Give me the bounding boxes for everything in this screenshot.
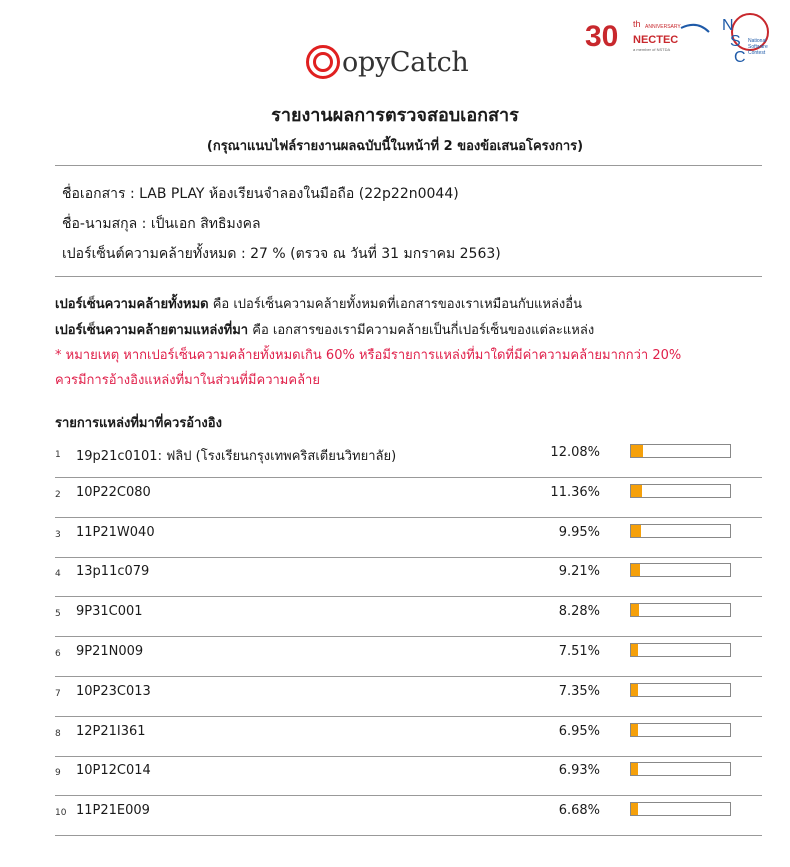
note-line-2: ควรมีการอ้างอิงแหล่งที่มาในส่วนที่มีความ…	[55, 373, 320, 388]
nsc-logo: N S C National Software Contest	[718, 10, 774, 66]
report-subtitle: (กรุณาแนบไฟล์รายงานผลฉบับนี้ในหน้าที่ 2 …	[206, 139, 584, 154]
similarity-percent: 9.95%	[558, 524, 600, 540]
definition-total-desc: คือ เปอร์เซ็นความคล้ายทั้งหมดที่เอกสารขอ…	[208, 297, 582, 312]
similarity-bar-fill	[631, 564, 641, 577]
table-row: 10 11P21E009 6.68%	[55, 796, 762, 837]
source-name: 10P12C014	[76, 763, 151, 779]
similarity-bar	[630, 643, 731, 657]
table-row: 4 13p11c079 9.21%	[55, 557, 762, 598]
row-number: 2	[55, 489, 61, 500]
source-list-title: รายการแหล่งที่มาที่ควรอ้างอิง	[55, 416, 222, 431]
similarity-bar-fill	[631, 484, 643, 497]
divider	[55, 276, 762, 277]
document-name: ชื่อเอกสาร : LAB PLAY ห้องเรียนจำลองในมื…	[62, 186, 459, 202]
similarity-percent: 11.36%	[550, 484, 600, 500]
nectec-logo: 30 th ANNIVERSARY NECTEC a member of NST…	[585, 16, 713, 56]
row-number: 3	[55, 529, 61, 540]
table-row: 5 9P31C001 8.28%	[55, 597, 762, 638]
nsc-letter-n: N	[722, 17, 734, 34]
definition-total: เปอร์เซ็นความคล้ายทั้งหมด คือ เปอร์เซ็นค…	[55, 293, 582, 314]
similarity-bar-fill	[631, 723, 638, 736]
table-row: 9 10P12C014 6.93%	[55, 756, 762, 797]
note-line-1: * หมายเหตุ หากเปอร์เซ็นความคล้ายทั้งหมดเ…	[55, 348, 682, 363]
nectec-logo-anniversary: ANNIVERSARY	[645, 24, 681, 30]
similarity-percent: 6.95%	[558, 723, 600, 739]
similarity-bar	[630, 603, 731, 618]
nectec-logo-th: th	[633, 19, 641, 29]
definition-total-term: เปอร์เซ็นความคล้ายทั้งหมด	[55, 297, 209, 312]
similarity-bar-fill	[631, 644, 639, 656]
definition-source: เปอร์เซ็นความคล้ายตามแหล่งที่มา คือ เอกส…	[55, 319, 594, 340]
similarity-percent: 9.21%	[558, 564, 600, 580]
similarity-bar-fill	[631, 445, 643, 457]
table-row: 3 11P21W040 9.95%	[55, 518, 762, 558]
similarity-bar-fill	[631, 763, 638, 776]
table-row: 2 10P22C080 11.36%	[55, 478, 762, 518]
definition-source-desc: คือ เอกสารของเรามีความคล้ายเป็นกี่เปอร์เ…	[248, 323, 595, 338]
source-name: 13p11c079	[76, 564, 150, 580]
similarity-percent: 8.28%	[558, 604, 600, 620]
row-number: 5	[55, 609, 61, 620]
nsc-letter-c: C	[734, 49, 746, 64]
source-name: 11P21E009	[76, 803, 150, 819]
author-name: ชื่อ-นามสกุล : เป็นเอก สิทธิมงคล	[62, 216, 261, 232]
similarity-bar-fill	[631, 683, 639, 696]
row-number: 8	[55, 728, 61, 739]
similarity-percent: 6.93%	[558, 763, 600, 779]
row-number: 10	[55, 808, 67, 819]
nectec-swoosh-icon	[680, 23, 710, 33]
similarity-bar-fill	[631, 524, 641, 537]
divider	[55, 165, 762, 166]
source-name: 11P21W040	[76, 524, 155, 540]
nectec-logo-name: NECTEC	[633, 34, 678, 46]
source-name: 10P22C080	[76, 484, 151, 500]
copycatch-logo: opyCatch	[306, 42, 469, 82]
similarity-bar	[630, 762, 731, 777]
nectec-logo-number: 30	[585, 20, 618, 53]
similarity-bar	[630, 523, 731, 538]
copycatch-c-icon	[306, 45, 340, 79]
row-number: 1	[55, 450, 61, 460]
table-row: 1 19p21c0101: ฟลิป (โรงเรียนกรุงเทพคริสเต…	[55, 438, 762, 478]
similarity-bar	[630, 802, 731, 817]
similarity-bar	[630, 722, 731, 737]
nectec-logo-tagline: a member of NSTDA	[633, 47, 670, 52]
similarity-bar	[630, 483, 731, 498]
source-name: 19p21c0101: ฟลิป (โรงเรียนกรุงเทพคริสเตี…	[76, 449, 397, 464]
source-name: 9P31C001	[76, 604, 143, 620]
similarity-bar-fill	[631, 803, 638, 816]
similarity-bar	[630, 444, 731, 458]
table-row: 6 9P21N009 7.51%	[55, 637, 762, 677]
definition-source-term: เปอร์เซ็นความคล้ายตามแหล่งที่มา	[55, 323, 249, 338]
nsc-letter-s: S	[730, 33, 741, 50]
source-name: 9P21N009	[76, 644, 144, 659]
similarity-percent: 7.51%	[558, 644, 600, 659]
similarity-bar-fill	[631, 604, 640, 617]
row-number: 7	[55, 688, 61, 699]
table-row: 8 12P21I361 6.95%	[55, 717, 762, 757]
total-similarity: เปอร์เซ็นต์ความคล้ายทั้งหมด : 27 % (ตรวจ…	[62, 246, 501, 262]
report-title: รายงานผลการตรวจสอบเอกสาร	[271, 105, 519, 126]
similarity-percent: 6.68%	[558, 803, 600, 819]
copycatch-logo-text: opyCatch	[342, 46, 469, 78]
row-number: 9	[55, 768, 61, 779]
similarity-bar	[630, 563, 731, 578]
similarity-bar	[630, 682, 731, 697]
row-number: 4	[55, 569, 61, 580]
source-name: 12P21I361	[76, 723, 146, 739]
row-number: 6	[55, 649, 61, 659]
similarity-percent: 12.08%	[550, 445, 600, 460]
table-row: 7 10P23C013 7.35%	[55, 677, 762, 717]
similarity-percent: 7.35%	[558, 683, 600, 699]
source-name: 10P23C013	[76, 683, 151, 699]
nsc-text-3: Contest	[748, 50, 766, 56]
